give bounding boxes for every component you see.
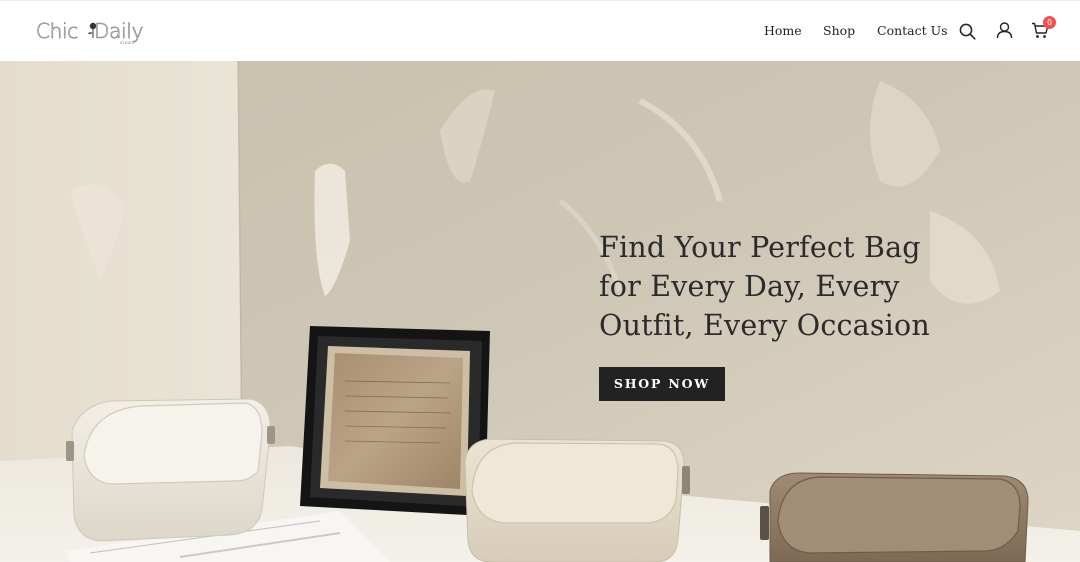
hero-title: Find Your Perfect Bag for Every Day, Eve… <box>599 231 930 342</box>
shop-now-button[interactable]: SHOP NOW <box>599 367 725 401</box>
search-icon[interactable] <box>959 23 976 40</box>
brand-tagline: STUDIO <box>120 41 135 45</box>
nav-link-home[interactable]: Home <box>764 23 802 38</box>
nav-link-shop[interactable]: Shop <box>823 23 855 38</box>
brand-logo[interactable]: Chic Daily STUDIO <box>36 19 156 49</box>
nav-link-contact-us[interactable]: Contact Us <box>877 23 948 38</box>
site-header: Chic Daily STUDIO Home Shop Contact Us 0 <box>0 0 1080 61</box>
cart-count-badge: 0 <box>1043 16 1056 29</box>
brand-name: Chic Daily <box>36 19 144 44</box>
user-icon[interactable] <box>996 22 1013 39</box>
hero-banner: Find Your Perfect Bag for Every Day, Eve… <box>0 61 1080 562</box>
